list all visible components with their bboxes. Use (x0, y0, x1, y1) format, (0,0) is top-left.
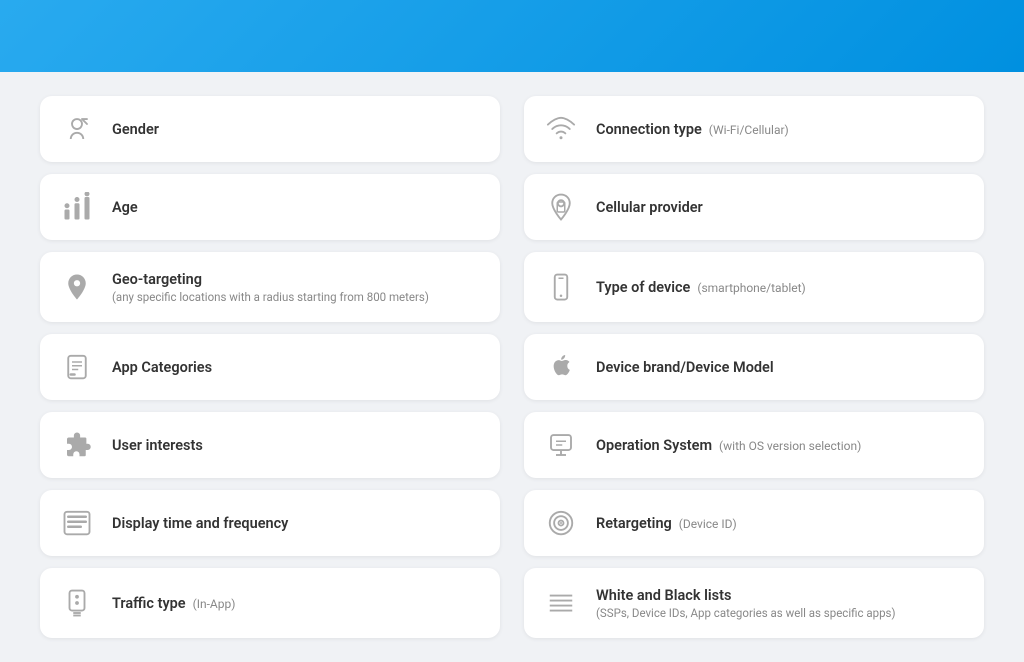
card-label-connection-type: Connection type (Wi-Fi/Cellular) (596, 121, 789, 138)
geo-icon (58, 268, 96, 306)
card-cellular-provider: Cellular provider (524, 174, 984, 240)
card-sub-geo-targeting: (any specific locations with a radius st… (112, 290, 429, 304)
card-label-device-brand: Device brand/Device Model (596, 359, 774, 376)
card-small-traffic-type: (In-App) (190, 597, 236, 611)
gender-icon (58, 110, 96, 148)
card-label-gender: Gender (112, 121, 159, 138)
card-traffic-type: Traffic type (In-App) (40, 568, 500, 638)
card-label-traffic-type: Traffic type (In-App) (112, 595, 235, 612)
card-label-cellular-provider: Cellular provider (596, 199, 703, 216)
card-operation-system: Operation System (with OS version select… (524, 412, 984, 478)
device-icon (542, 268, 580, 306)
header (0, 0, 1024, 72)
card-label-app-categories: App Categories (112, 359, 212, 376)
card-label-white-black-lists: White and Black lists (596, 587, 895, 604)
wifi-icon (542, 110, 580, 148)
card-label-geo-targeting: Geo-targeting (112, 271, 429, 288)
card-label-type-of-device: Type of device (smartphone/tablet) (596, 279, 806, 296)
card-label-display-time: Display time and frequency (112, 515, 288, 532)
card-age: Age (40, 174, 500, 240)
traffic-icon (58, 584, 96, 622)
card-small-type-of-device: (smartphone/tablet) (694, 281, 805, 295)
card-gender: Gender (40, 96, 500, 162)
card-type-of-device: Type of device (smartphone/tablet) (524, 252, 984, 322)
app-icon (58, 348, 96, 386)
os-icon (542, 426, 580, 464)
puzzle-icon (58, 426, 96, 464)
age-icon (58, 188, 96, 226)
card-geo-targeting: Geo-targeting (any specific locations wit… (40, 252, 500, 322)
card-label-user-interests: User interests (112, 437, 203, 454)
card-small-operation-system: (with OS version selection) (716, 439, 861, 453)
card-label-retargeting: Retargeting (Device ID) (596, 515, 737, 532)
card-display-time: Display time and frequency (40, 490, 500, 556)
card-small-retargeting: (Device ID) (676, 517, 737, 531)
card-small-connection-type: (Wi-Fi/Cellular) (706, 123, 789, 137)
card-sub-white-black-lists: (SSPs, Device IDs, App categories as wel… (596, 606, 895, 620)
card-app-categories: App Categories (40, 334, 500, 400)
apple-icon (542, 348, 580, 386)
card-device-brand: Device brand/Device Model (524, 334, 984, 400)
cellular-icon (542, 188, 580, 226)
cards-grid: Gender Connection type (Wi-Fi/Cellular) Ag… (0, 72, 1024, 662)
timer-icon (58, 504, 96, 542)
card-label-operation-system: Operation System (with OS version select… (596, 437, 861, 454)
card-white-black-lists: White and Black lists (SSPs, Device IDs, … (524, 568, 984, 638)
card-label-age: Age (112, 199, 138, 216)
retarget-icon (542, 504, 580, 542)
card-user-interests: User interests (40, 412, 500, 478)
card-connection-type: Connection type (Wi-Fi/Cellular) (524, 96, 984, 162)
card-retargeting: Retargeting (Device ID) (524, 490, 984, 556)
list-icon (542, 584, 580, 622)
